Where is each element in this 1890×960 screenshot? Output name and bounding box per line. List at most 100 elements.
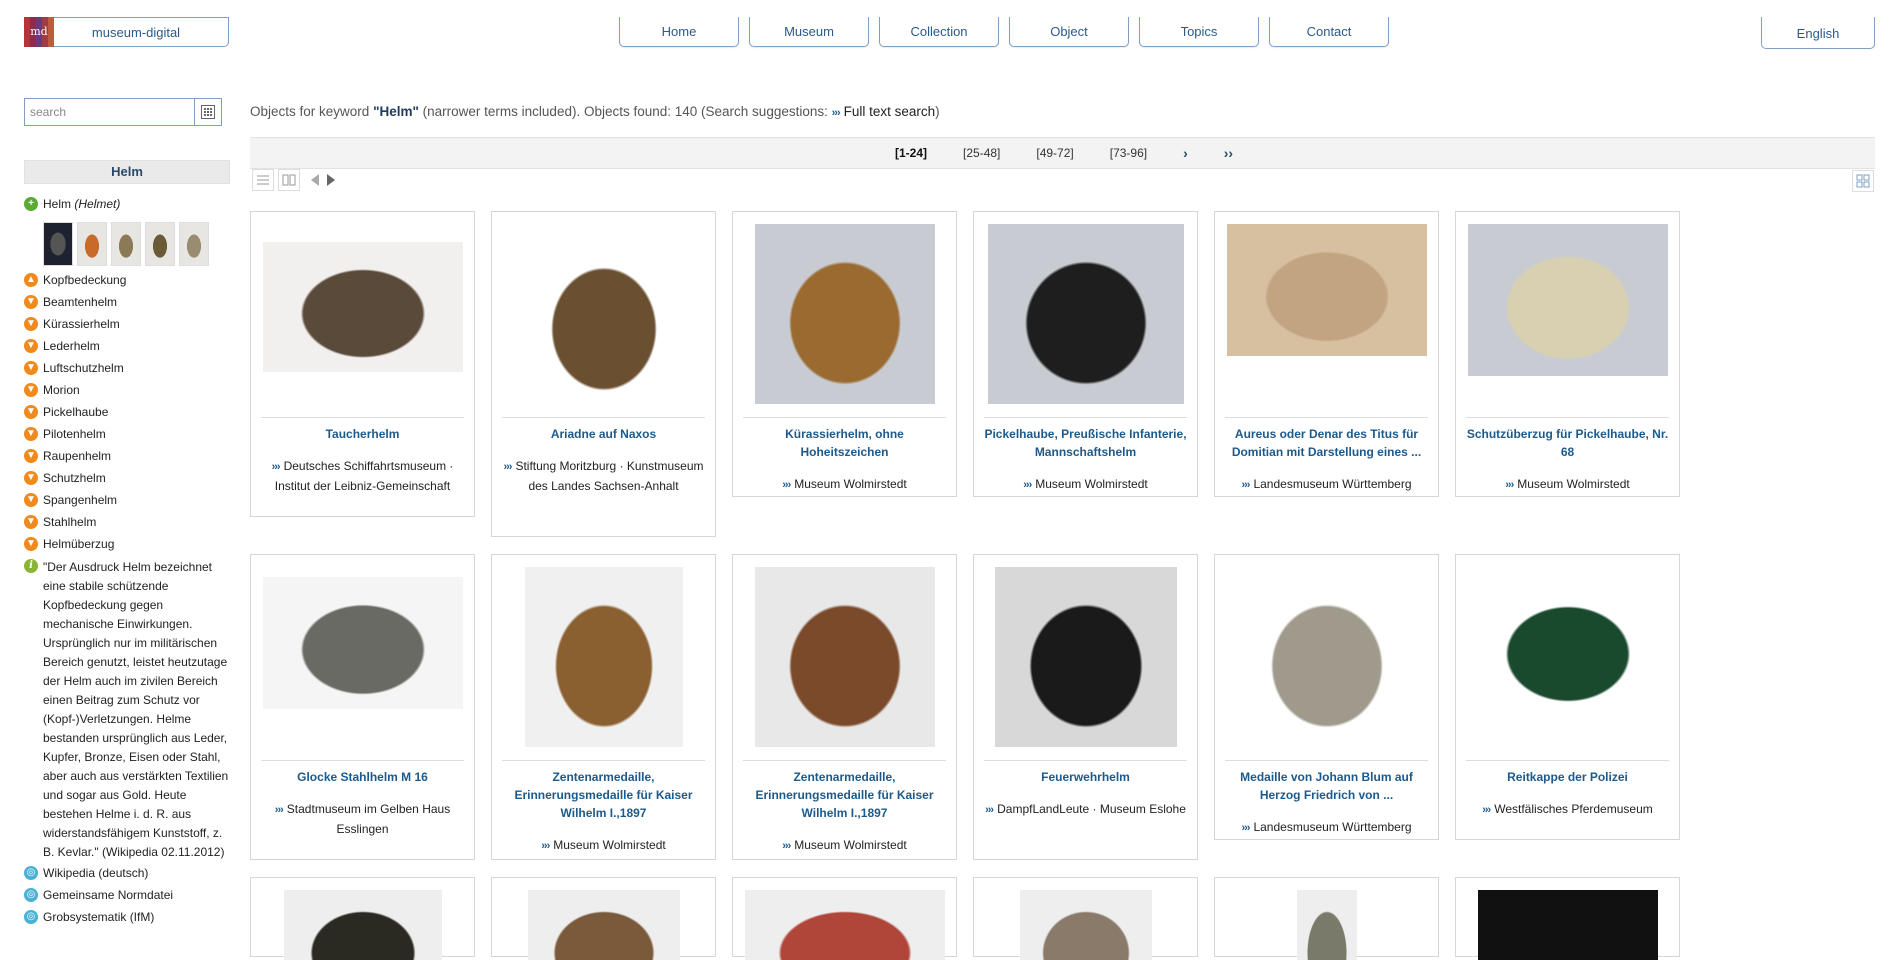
nav-contact[interactable]: Contact	[1269, 17, 1389, 47]
object-thumbnail[interactable]	[283, 890, 442, 960]
external-link[interactable]: ◎ Wikipedia (deutsch)	[24, 865, 234, 887]
next-button[interactable]	[320, 169, 342, 191]
object-institution[interactable]: ››› Stadtmuseum im Gelben Haus Esslingen	[259, 800, 466, 839]
object-card[interactable]: Zentenarmedaille, Erinnerungsmedaille fü…	[732, 554, 957, 860]
grid-view-button[interactable]	[1852, 170, 1874, 192]
object-thumbnail[interactable]	[744, 890, 945, 960]
object-title-link[interactable]: Glocke Stahlhelm M 16	[259, 768, 466, 786]
narrower-term[interactable]: ▼ Pickelhaube	[24, 404, 234, 426]
object-institution[interactable]: ››› Westfälisches Pferdemuseum	[1464, 800, 1671, 820]
narrower-term[interactable]: ▼ Helmüberzug	[24, 536, 234, 558]
narrower-term[interactable]: ▼ Morion	[24, 382, 234, 404]
object-thumbnail[interactable]	[754, 224, 935, 404]
object-title-link[interactable]: Zentenarmedaille, Erinnerungsmedaille fü…	[741, 768, 948, 822]
object-card[interactable]	[973, 877, 1198, 960]
language-switch[interactable]: English	[1761, 17, 1875, 49]
narrower-term[interactable]: ▼ Kürassierhelm	[24, 316, 234, 338]
object-institution[interactable]: ››› Museum Wolmirstedt	[741, 836, 948, 856]
narrower-term[interactable]: ▼ Beamtenhelm	[24, 294, 234, 316]
external-link[interactable]: ◎ Gemeinsame Normdatei	[24, 887, 234, 909]
object-title-link[interactable]: Pickelhaube, Preußische Infanterie, Mann…	[982, 425, 1189, 461]
object-title-link[interactable]: Kürassierhelm, ohne Hoheitszeichen	[741, 425, 948, 461]
current-term[interactable]: + Helm (Helmet)	[24, 196, 234, 218]
narrower-term[interactable]: ▼ Luftschutzhelm	[24, 360, 234, 382]
object-card[interactable]: Pickelhaube, Preußische Infanterie, Mann…	[973, 211, 1198, 497]
object-institution[interactable]: ››› Museum Wolmirstedt	[500, 836, 707, 856]
object-card[interactable]: Reitkappe der Polizei ››› Westfälisches Pf…	[1455, 554, 1680, 840]
object-card[interactable]: Ariadne auf Naxos ››› Stiftung Moritzburg …	[491, 211, 716, 537]
term-thumbnail[interactable]	[145, 222, 175, 266]
compare-view-button[interactable]	[278, 169, 300, 191]
object-thumbnail[interactable]	[987, 224, 1184, 404]
object-title-link[interactable]: Taucherhelm	[259, 425, 466, 443]
object-institution[interactable]: ››› Museum Wolmirstedt	[741, 475, 948, 495]
object-thumbnail[interactable]	[1226, 224, 1427, 356]
object-thumbnail[interactable]	[262, 577, 463, 709]
object-thumbnail[interactable]	[1296, 890, 1357, 960]
page-link[interactable]: [25-48]	[963, 138, 1000, 168]
page-link[interactable]: [49-72]	[1036, 138, 1073, 168]
term-thumbnail[interactable]	[43, 222, 73, 266]
object-card[interactable]: Taucherhelm ››› Deutsches Schiffahrtsmuseu…	[250, 211, 475, 517]
object-institution[interactable]: ››› Deutsches Schiffahrtsmuseum · Institu…	[259, 457, 466, 496]
narrower-term[interactable]: ▼ Raupenhelm	[24, 448, 234, 470]
term-thumbnail[interactable]	[179, 222, 209, 266]
object-title-link[interactable]: Aureus oder Denar des Titus für Domitian…	[1223, 425, 1430, 461]
object-institution[interactable]: ››› DampfLandLeute · Museum Eslohe	[982, 800, 1189, 820]
object-institution[interactable]: ››› Landesmuseum Württemberg	[1223, 818, 1430, 838]
object-card[interactable]: Glocke Stahlhelm M 16 ››› Stadtmuseum im G…	[250, 554, 475, 860]
object-thumbnail[interactable]	[1467, 224, 1668, 376]
term-thumbnail[interactable]	[77, 222, 107, 266]
object-title-link[interactable]: Zentenarmedaille, Erinnerungsmedaille fü…	[500, 768, 707, 822]
page-current[interactable]: [1-24]	[895, 138, 927, 168]
object-title-link[interactable]: Schutzüberzug für Pickelhaube, Nr. 68	[1464, 425, 1671, 461]
object-thumbnail[interactable]	[754, 567, 935, 747]
object-card[interactable]: Feuerwehrhelm ››› DampfLandLeute · Museum …	[973, 554, 1198, 860]
narrower-term[interactable]: ▼ Pilotenhelm	[24, 426, 234, 448]
object-card[interactable]	[491, 877, 716, 960]
broader-term[interactable]: ▲ Kopfbedeckung	[24, 272, 234, 294]
search-input[interactable]	[24, 98, 195, 126]
object-title-link[interactable]: Ariadne auf Naxos	[500, 425, 707, 443]
external-link[interactable]: ◎ Grobsystematik (IfM)	[24, 909, 234, 931]
next-page-button[interactable]: ›	[1183, 138, 1188, 168]
last-page-button[interactable]: ››	[1224, 138, 1233, 168]
object-card[interactable]: Zentenarmedaille, Erinnerungsmedaille fü…	[491, 554, 716, 860]
object-card[interactable]	[1214, 877, 1439, 960]
object-thumbnail[interactable]	[1019, 890, 1152, 960]
object-thumbnail[interactable]	[518, 230, 689, 410]
object-card[interactable]: Aureus oder Denar des Titus für Domitian…	[1214, 211, 1439, 497]
nav-collection[interactable]: Collection	[879, 17, 999, 47]
object-card[interactable]	[1455, 877, 1680, 960]
object-card[interactable]	[732, 877, 957, 960]
object-card[interactable]: Kürassierhelm, ohne Hoheitszeichen ››› Mus…	[732, 211, 957, 497]
object-thumbnail[interactable]	[527, 890, 680, 960]
object-title-link[interactable]: Medaille von Johann Blum auf Herzog Frie…	[1223, 768, 1430, 804]
object-thumbnail[interactable]	[524, 567, 683, 747]
nav-home[interactable]: Home	[619, 17, 739, 47]
nav-object[interactable]: Object	[1009, 17, 1129, 47]
object-institution[interactable]: ››› Landesmuseum Württemberg	[1223, 475, 1430, 495]
object-thumbnail[interactable]	[1477, 890, 1658, 960]
narrower-term[interactable]: ▼ Stahlhelm	[24, 514, 234, 536]
object-title-link[interactable]: Reitkappe der Polizei	[1464, 768, 1671, 786]
object-institution[interactable]: ››› Museum Wolmirstedt	[1464, 475, 1671, 495]
object-thumbnail[interactable]	[1236, 567, 1417, 747]
object-thumbnail[interactable]	[1467, 577, 1668, 717]
object-institution[interactable]: ››› Museum Wolmirstedt	[982, 475, 1189, 495]
object-thumbnail[interactable]	[262, 242, 463, 372]
object-card[interactable]: Schutzüberzug für Pickelhaube, Nr. 68 ›››…	[1455, 211, 1680, 497]
search-options-button[interactable]	[195, 98, 222, 126]
list-view-button[interactable]	[252, 169, 274, 191]
narrower-term[interactable]: ▼ Schutzhelm	[24, 470, 234, 492]
object-card[interactable]: Medaille von Johann Blum auf Herzog Frie…	[1214, 554, 1439, 840]
narrower-term[interactable]: ▼ Lederhelm	[24, 338, 234, 360]
object-card[interactable]	[250, 877, 475, 960]
fulltext-search-link[interactable]: Full text search	[844, 104, 936, 119]
nav-museum[interactable]: Museum	[749, 17, 869, 47]
site-logo-link[interactable]: md museum-digital	[24, 16, 229, 47]
narrower-term[interactable]: ▼ Spangenhelm	[24, 492, 234, 514]
object-title-link[interactable]: Feuerwehrhelm	[982, 768, 1189, 786]
term-thumbnail[interactable]	[111, 222, 141, 266]
object-thumbnail[interactable]	[994, 567, 1177, 747]
